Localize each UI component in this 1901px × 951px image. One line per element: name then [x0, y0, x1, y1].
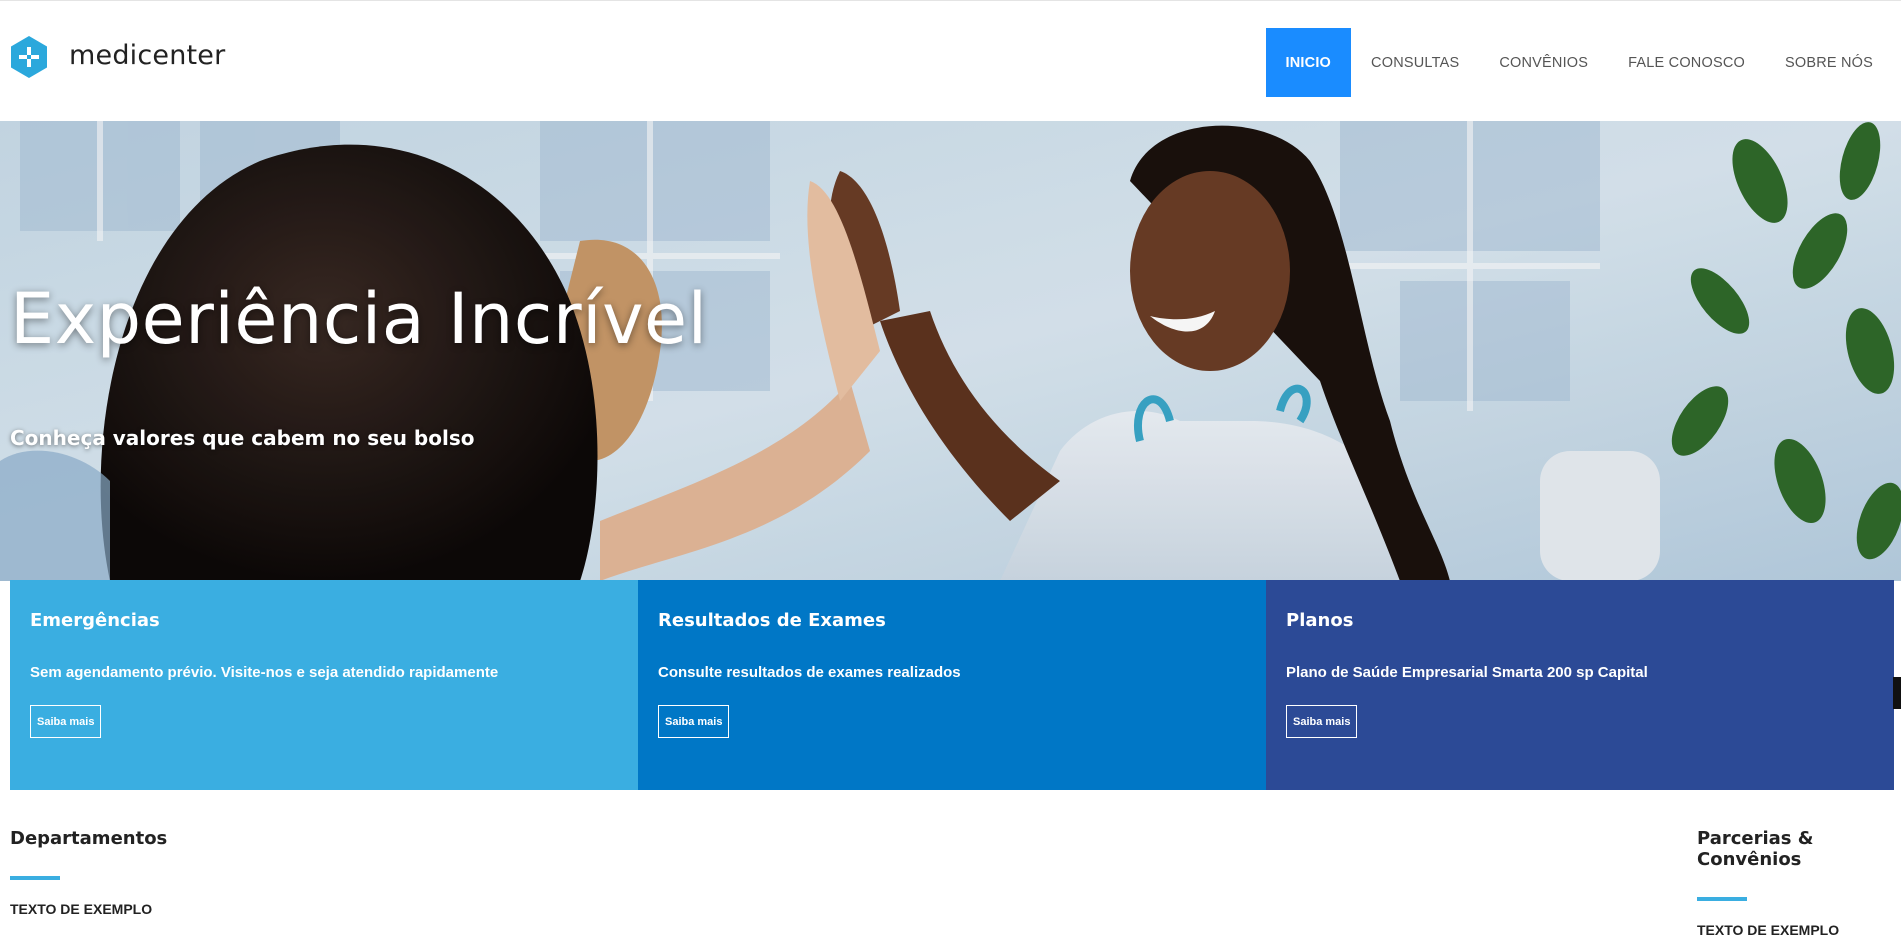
section-divider — [1697, 897, 1747, 901]
nav-item-sobre-nos[interactable]: SOBRE NÓS — [1765, 28, 1893, 97]
section-divider — [10, 876, 60, 880]
feature-text: Consulte resultados de exames realizados — [658, 664, 961, 681]
feature-title: Planos — [1286, 610, 1354, 631]
hero-banner: Experiência Incrível Conheça valores que… — [0, 121, 1901, 581]
hero-subtitle: Conheça valores que cabem no seu bolso — [10, 426, 475, 450]
hero-title: Experiência Incrível — [10, 278, 708, 360]
main-nav: INICIO CONSULTAS CONVÊNIOS FALE CONOSCO … — [1265, 28, 1893, 97]
section-title: Parcerias & Convênios — [1697, 828, 1814, 870]
nav-item-inicio[interactable]: INICIO — [1265, 28, 1352, 97]
departamentos-section: Departamentos TEXTO DE EXEMPLO — [10, 828, 167, 917]
section-title: Departamentos — [10, 828, 168, 849]
feature-box-resultados-exames: Resultados de Exames Consulte resultados… — [638, 580, 1266, 790]
feature-box-emergencias: Emergências Sem agendamento prévio. Visi… — [10, 580, 638, 790]
feature-box-planos: Planos Plano de Saúde Empresarial Smarta… — [1266, 580, 1894, 790]
section-text: TEXTO DE EXEMPLO — [10, 901, 153, 917]
brand-name: medicenter — [69, 39, 226, 71]
medical-cross-icon — [11, 36, 47, 78]
saiba-mais-button[interactable]: Saiba mais — [30, 705, 102, 738]
saiba-mais-button[interactable]: Saiba mais — [1286, 705, 1358, 738]
nav-item-consultas[interactable]: CONSULTAS — [1351, 28, 1479, 97]
site-header: medicenter INICIO CONSULTAS CONVÊNIOS FA… — [0, 0, 1901, 121]
nav-item-fale-conosco[interactable]: FALE CONOSCO — [1608, 28, 1765, 97]
feature-text: Sem agendamento prévio. Visite-nos e sej… — [30, 664, 499, 681]
section-text: TEXTO DE EXEMPLO — [1697, 922, 1840, 938]
logo[interactable]: medicenter — [10, 35, 225, 79]
saiba-mais-button[interactable]: Saiba mais — [658, 705, 730, 738]
scroll-to-top-tab[interactable] — [1893, 677, 1901, 709]
feature-text: Plano de Saúde Empresarial Smarta 200 sp… — [1286, 664, 1648, 681]
parcerias-section: Parcerias & Convênios TEXTO DE EXEMPLO — [1697, 828, 1901, 938]
feature-title: Emergências — [30, 610, 160, 631]
feature-boxes: Emergências Sem agendamento prévio. Visi… — [10, 580, 1894, 790]
feature-title: Resultados de Exames — [658, 610, 886, 631]
nav-item-convenios[interactable]: CONVÊNIOS — [1479, 28, 1608, 97]
